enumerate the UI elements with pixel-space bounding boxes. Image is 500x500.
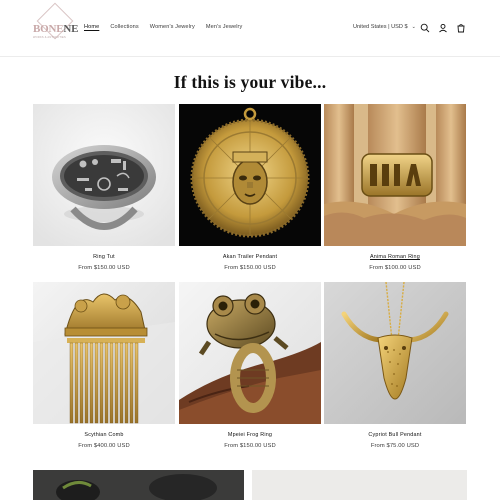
product-image[interactable] [179, 282, 321, 424]
product-price: From $150.00 USD [78, 265, 130, 271]
product-price: From $150.00 USD [224, 443, 276, 449]
product-price: From $150.00 USD [224, 265, 276, 271]
cart-icon[interactable] [456, 23, 466, 33]
nav-womens-jewelry[interactable]: Women's Jewelry [150, 24, 195, 30]
collection-image[interactable] [33, 470, 244, 500]
product-card[interactable]: Ring Tut From $150.00 USD [33, 104, 175, 271]
account-icon[interactable] [438, 23, 448, 33]
product-image[interactable] [33, 282, 175, 424]
product-name[interactable]: Scythian Comb [33, 432, 175, 438]
product-image[interactable] [324, 282, 466, 424]
product-card[interactable]: Akan Trailer Pendant From $150.00 USD [179, 104, 321, 271]
section-title: If this is your vibe... [173, 72, 327, 92]
brand-logo[interactable]: BONENE WORKS & ANTIQUITIES [33, 2, 78, 47]
product-card[interactable]: Cypriot Bull Pendant From $75.00 USD [324, 282, 466, 449]
nav-collections[interactable]: Collections [110, 24, 138, 30]
product-image[interactable] [33, 104, 175, 246]
site-header: BONENE WORKS & ANTIQUITIES Home Collecti… [0, 0, 500, 57]
product-card[interactable]: Scythian Comb From $400.00 USD [33, 282, 175, 449]
main-nav: Home Collections Women's Jewelry Men's J… [84, 24, 253, 30]
nav-home[interactable]: Home [84, 24, 99, 30]
product-name[interactable]: Ring Tut [33, 254, 175, 260]
product-image[interactable] [324, 104, 466, 246]
product-name[interactable]: Akan Trailer Pendant [179, 254, 321, 260]
product-name[interactable]: Anima Roman Ring [324, 254, 466, 260]
product-price: From $75.00 USD [370, 443, 420, 449]
product-card[interactable]: Mpeiei Frog Ring From $150.00 USD [179, 282, 321, 449]
logo-wordmark: BONENE [33, 23, 79, 35]
product-name[interactable]: Cypriot Bull Pendant [324, 432, 466, 438]
country-selector[interactable]: United States | USD $ ⌄ [353, 24, 416, 30]
product-price: From $400.00 USD [78, 443, 130, 449]
product-price: From $100.00 USD [369, 265, 421, 271]
chevron-down-icon: ⌄ [411, 24, 416, 30]
logo-tagline: WORKS & ANTIQUITIES [33, 36, 66, 39]
nav-mens-jewelry[interactable]: Men's Jewelry [206, 24, 243, 30]
search-icon[interactable] [420, 23, 430, 33]
product-card[interactable]: Anima Roman Ring From $100.00 USD [324, 104, 466, 271]
product-name[interactable]: Mpeiei Frog Ring [179, 432, 321, 438]
country-label: United States | USD $ [353, 24, 408, 30]
product-image[interactable] [179, 104, 321, 246]
collection-image[interactable] [252, 470, 467, 500]
